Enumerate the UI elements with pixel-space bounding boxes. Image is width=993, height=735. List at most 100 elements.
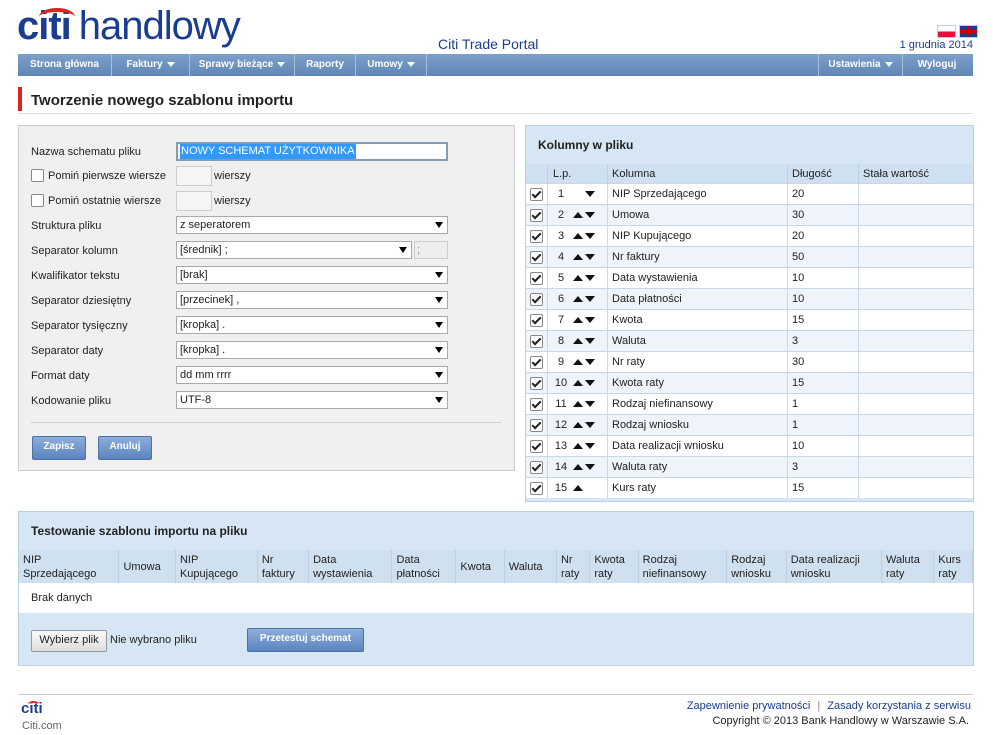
move-down-icon[interactable] bbox=[585, 191, 596, 198]
date-sep-select[interactable]: [kropka] . bbox=[176, 341, 448, 359]
date-fmt-select[interactable]: dd mm rrrr bbox=[176, 366, 448, 384]
column-const[interactable] bbox=[858, 288, 973, 310]
nav-item-logout[interactable]: Wyloguj bbox=[902, 54, 972, 76]
move-down-icon[interactable] bbox=[585, 359, 596, 366]
column-const[interactable] bbox=[858, 477, 973, 498]
column-checkbox[interactable] bbox=[530, 229, 543, 243]
move-up-icon[interactable] bbox=[573, 401, 584, 408]
move-up-icon[interactable] bbox=[573, 443, 584, 450]
column-checkbox[interactable] bbox=[530, 334, 543, 348]
column-const[interactable] bbox=[858, 456, 973, 478]
column-const[interactable] bbox=[858, 183, 973, 205]
column-length[interactable]: 20 bbox=[787, 183, 859, 205]
column-length[interactable]: 3 bbox=[787, 456, 859, 478]
privacy-link[interactable]: Zapewnienie prywatności bbox=[687, 700, 811, 712]
nav-item-current-matters[interactable]: Sprawy bieżące bbox=[190, 54, 295, 76]
schema-name-input[interactable]: NOWY SCHEMAT UŻYTKOWNIKA bbox=[176, 142, 448, 161]
move-up-icon[interactable] bbox=[573, 296, 584, 303]
dec-sep-select[interactable]: [przecinek] , bbox=[176, 291, 448, 309]
english-flag-icon[interactable] bbox=[959, 25, 979, 38]
column-const[interactable] bbox=[858, 267, 973, 289]
nav-item-home[interactable]: Strona główna bbox=[18, 54, 112, 76]
move-up-icon[interactable] bbox=[573, 359, 584, 366]
move-up-icon[interactable] bbox=[573, 233, 584, 240]
column-checkbox[interactable] bbox=[530, 397, 543, 411]
column-const[interactable] bbox=[858, 225, 973, 247]
thou-sep-select[interactable]: [kropka] . bbox=[176, 316, 448, 334]
column-checkbox[interactable] bbox=[530, 250, 543, 264]
column-length[interactable]: 15 bbox=[787, 309, 859, 331]
skip-first-checkbox[interactable] bbox=[31, 169, 44, 182]
move-up-icon[interactable] bbox=[573, 275, 584, 282]
move-down-icon[interactable] bbox=[585, 212, 596, 219]
text-qual-select[interactable]: [brak] bbox=[176, 266, 448, 284]
column-length[interactable]: 3 bbox=[787, 330, 859, 352]
move-down-icon[interactable] bbox=[585, 317, 596, 324]
move-up-icon[interactable] bbox=[573, 212, 584, 219]
column-checkbox[interactable] bbox=[530, 208, 543, 222]
move-down-icon[interactable] bbox=[585, 254, 596, 261]
column-checkbox[interactable] bbox=[530, 376, 543, 390]
column-const[interactable] bbox=[858, 309, 973, 331]
move-down-icon[interactable] bbox=[585, 401, 596, 408]
skip-last-checkbox[interactable] bbox=[31, 194, 44, 207]
nav-item-contracts[interactable]: Umowy bbox=[356, 54, 427, 76]
column-length[interactable]: 10 bbox=[787, 267, 859, 289]
column-const[interactable] bbox=[858, 351, 973, 373]
move-up-icon[interactable] bbox=[573, 380, 584, 387]
choose-file-button[interactable]: Wybierz plik bbox=[31, 630, 107, 652]
column-const[interactable] bbox=[858, 204, 973, 226]
save-button[interactable]: Zapisz bbox=[32, 436, 86, 460]
column-checkbox[interactable] bbox=[530, 271, 543, 285]
move-up-icon[interactable] bbox=[573, 317, 584, 324]
nav-item-settings[interactable]: Ustawienia bbox=[818, 54, 903, 76]
skip-last-input[interactable] bbox=[176, 191, 212, 211]
move-up-icon[interactable] bbox=[573, 254, 584, 261]
move-up-icon[interactable] bbox=[573, 464, 584, 471]
footer-citi-logo[interactable]: citi bbox=[21, 700, 43, 717]
column-checkbox[interactable] bbox=[530, 313, 543, 327]
encoding-select[interactable]: UTF-8 bbox=[176, 391, 448, 409]
column-const[interactable] bbox=[858, 372, 973, 394]
column-length[interactable]: 50 bbox=[787, 246, 859, 268]
column-const[interactable] bbox=[858, 330, 973, 352]
move-down-icon[interactable] bbox=[585, 464, 596, 471]
column-checkbox[interactable] bbox=[530, 460, 543, 474]
move-down-icon[interactable] bbox=[585, 233, 596, 240]
citi-handlowy-logo[interactable]: citi handlowy bbox=[17, 4, 241, 49]
column-length[interactable]: 10 bbox=[787, 288, 859, 310]
structure-select[interactable]: z seperatorem bbox=[176, 216, 448, 234]
column-length[interactable]: 15 bbox=[787, 372, 859, 394]
column-checkbox[interactable] bbox=[530, 439, 543, 453]
column-checkbox[interactable] bbox=[530, 355, 543, 369]
nav-item-reports[interactable]: Raporty bbox=[295, 54, 356, 76]
column-length[interactable]: 10 bbox=[787, 435, 859, 457]
column-length[interactable]: 1 bbox=[787, 393, 859, 415]
column-length[interactable]: 30 bbox=[787, 351, 859, 373]
column-checkbox[interactable] bbox=[530, 292, 543, 306]
skip-first-input[interactable] bbox=[176, 166, 212, 186]
terms-link[interactable]: Zasady korzystania z serwisu bbox=[827, 700, 971, 712]
column-length[interactable]: 30 bbox=[787, 204, 859, 226]
column-checkbox[interactable] bbox=[530, 418, 543, 432]
move-up-icon[interactable] bbox=[573, 485, 584, 492]
move-down-icon[interactable] bbox=[585, 443, 596, 450]
column-checkbox[interactable] bbox=[530, 187, 543, 201]
cancel-button[interactable]: Anuluj bbox=[98, 436, 152, 460]
move-down-icon[interactable] bbox=[585, 422, 596, 429]
move-down-icon[interactable] bbox=[585, 275, 596, 282]
column-const[interactable] bbox=[858, 246, 973, 268]
column-checkbox[interactable] bbox=[530, 481, 543, 495]
move-up-icon[interactable] bbox=[573, 422, 584, 429]
column-length[interactable]: 15 bbox=[787, 477, 859, 498]
column-length[interactable]: 20 bbox=[787, 225, 859, 247]
move-down-icon[interactable] bbox=[585, 338, 596, 345]
column-const[interactable] bbox=[858, 414, 973, 436]
column-const[interactable] bbox=[858, 435, 973, 457]
move-down-icon[interactable] bbox=[585, 380, 596, 387]
column-length[interactable]: 1 bbox=[787, 414, 859, 436]
test-schema-button[interactable]: Przetestuj schemat bbox=[247, 628, 364, 652]
column-const[interactable] bbox=[858, 393, 973, 415]
polish-flag-icon[interactable] bbox=[937, 25, 956, 38]
col-sep-select[interactable]: [średnik] ; bbox=[176, 241, 412, 259]
